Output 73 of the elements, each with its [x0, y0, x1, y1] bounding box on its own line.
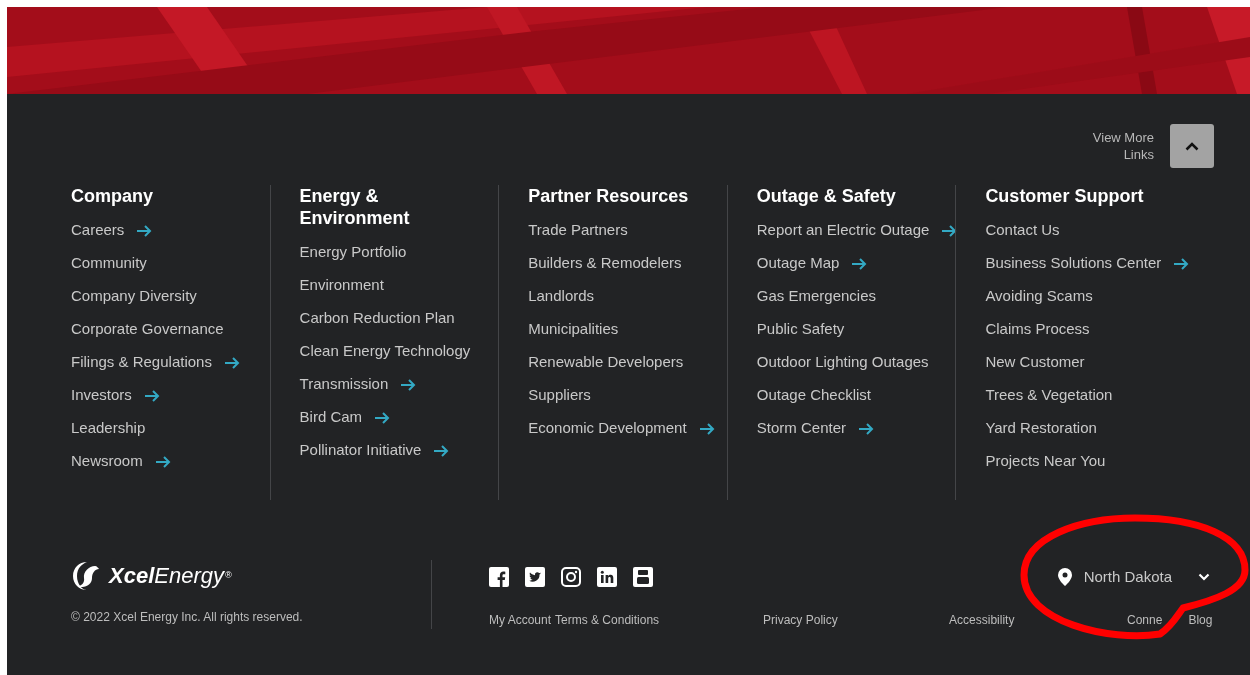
- linkedin-icon[interactable]: [597, 567, 617, 588]
- footer-link[interactable]: Corporate Governance: [71, 320, 224, 337]
- footer-link[interactable]: Company Diversity: [71, 287, 197, 304]
- footer-link[interactable]: Economic Development: [528, 419, 687, 436]
- footer-link[interactable]: Transmission: [299, 375, 389, 392]
- footer-link[interactable]: Suppliers: [528, 386, 591, 403]
- view-more-label: View More: [1092, 129, 1154, 146]
- footer-link[interactable]: Storm Center: [756, 419, 846, 436]
- footer-link[interactable]: Careers: [71, 221, 125, 238]
- arrow-icon: [433, 445, 450, 458]
- footer-link[interactable]: Energy Portfolio: [299, 243, 407, 260]
- footer-link[interactable]: Business Solutions Center: [985, 254, 1162, 271]
- footer-link[interactable]: Accessibility: [949, 612, 1015, 627]
- footer-link[interactable]: Bird Cam: [299, 408, 363, 425]
- footer-link[interactable]: Avoiding Scams: [985, 287, 1093, 304]
- footer-link[interactable]: Yard Restoration: [985, 419, 1097, 436]
- chevron-icon: [1185, 141, 1199, 151]
- footer-link[interactable]: Builders & Remodelers: [528, 254, 682, 271]
- footer-link[interactable]: Trees & Vegetation: [985, 386, 1113, 403]
- arrow-icon: [941, 225, 958, 238]
- column-heading: Partner Resources: [528, 185, 690, 207]
- footer-link[interactable]: Conne: [1127, 610, 1163, 629]
- instagram-icon[interactable]: [561, 567, 581, 588]
- arrow-icon: [400, 379, 417, 392]
- footer-link[interactable]: Public Safety: [756, 320, 845, 337]
- arrow-icon: [851, 258, 868, 271]
- footer-link[interactable]: Municipalities: [528, 320, 619, 337]
- arrow-icon: [858, 423, 874, 436]
- footer-link[interactable]: Outdoor Lighting Outages: [756, 353, 929, 370]
- location-pin-icon: [1057, 568, 1072, 587]
- footer-link[interactable]: Blog: [1188, 610, 1213, 629]
- footer-link[interactable]: Gas Emergencies: [756, 287, 876, 304]
- footer-link[interactable]: New Customer: [985, 353, 1085, 370]
- arrow-icon: [136, 225, 153, 238]
- video-icon[interactable]: [633, 567, 653, 588]
- copyright-text: © 2022 Xcel Energy Inc. All rights reserved.: [71, 609, 304, 626]
- footer-link[interactable]: My Account: [489, 610, 552, 629]
- footer-link[interactable]: Pollinator Initiative: [299, 441, 422, 458]
- column-heading: Company: [71, 185, 154, 207]
- arrow-icon: [374, 412, 391, 425]
- arrow-icon: [154, 456, 171, 469]
- footer-link[interactable]: Filings & Regulations: [71, 353, 212, 370]
- footer-link[interactable]: Privacy Policy: [763, 612, 838, 627]
- footer-link[interactable]: Outage Map: [756, 254, 840, 271]
- arrow-icon: [223, 357, 240, 370]
- footer-link[interactable]: Community: [71, 254, 147, 271]
- column-heading: Energy & Environment: [299, 185, 411, 229]
- footer-link[interactable]: Contact Us: [985, 221, 1060, 238]
- column-heading: Outage & Safety: [756, 185, 897, 207]
- arrow-icon: [1173, 258, 1190, 271]
- state-selector[interactable]: North Dakota: [1057, 566, 1210, 589]
- footer-link[interactable]: Newsroom: [71, 452, 143, 469]
- footer-link[interactable]: Landlords: [528, 287, 595, 304]
- footer-link[interactable]: Outage Checklist: [756, 386, 871, 403]
- twitter-icon[interactable]: [525, 567, 545, 588]
- footer-link[interactable]: Environment: [299, 276, 384, 293]
- facebook-icon[interactable]: [489, 567, 509, 588]
- footer-link[interactable]: Terms & Conditions: [555, 612, 660, 627]
- footer-link[interactable]: Carbon Reduction Plan: [299, 309, 455, 326]
- chevron-down-icon: [1198, 573, 1210, 582]
- footer-link[interactable]: Clean Energy Technology: [299, 342, 471, 359]
- logo[interactable]: XcelEnergy®: [71, 560, 411, 592]
- footer-link[interactable]: Leadership: [71, 419, 146, 436]
- column-heading: Customer Support: [985, 185, 1145, 207]
- footer-link[interactable]: Projects Near You: [985, 452, 1106, 469]
- arrow-icon: [143, 390, 160, 403]
- footer-link[interactable]: Claims Process: [985, 320, 1090, 337]
- view-more-label: Links: [1123, 146, 1154, 163]
- footer-link[interactable]: Renewable Developers: [528, 353, 684, 370]
- arrow-icon: [698, 423, 715, 436]
- footer-link[interactable]: Report an Electric Outage: [756, 221, 930, 238]
- footer-link[interactable]: Trade Partners: [528, 221, 628, 238]
- footer-link[interactable]: Investors: [71, 386, 132, 403]
